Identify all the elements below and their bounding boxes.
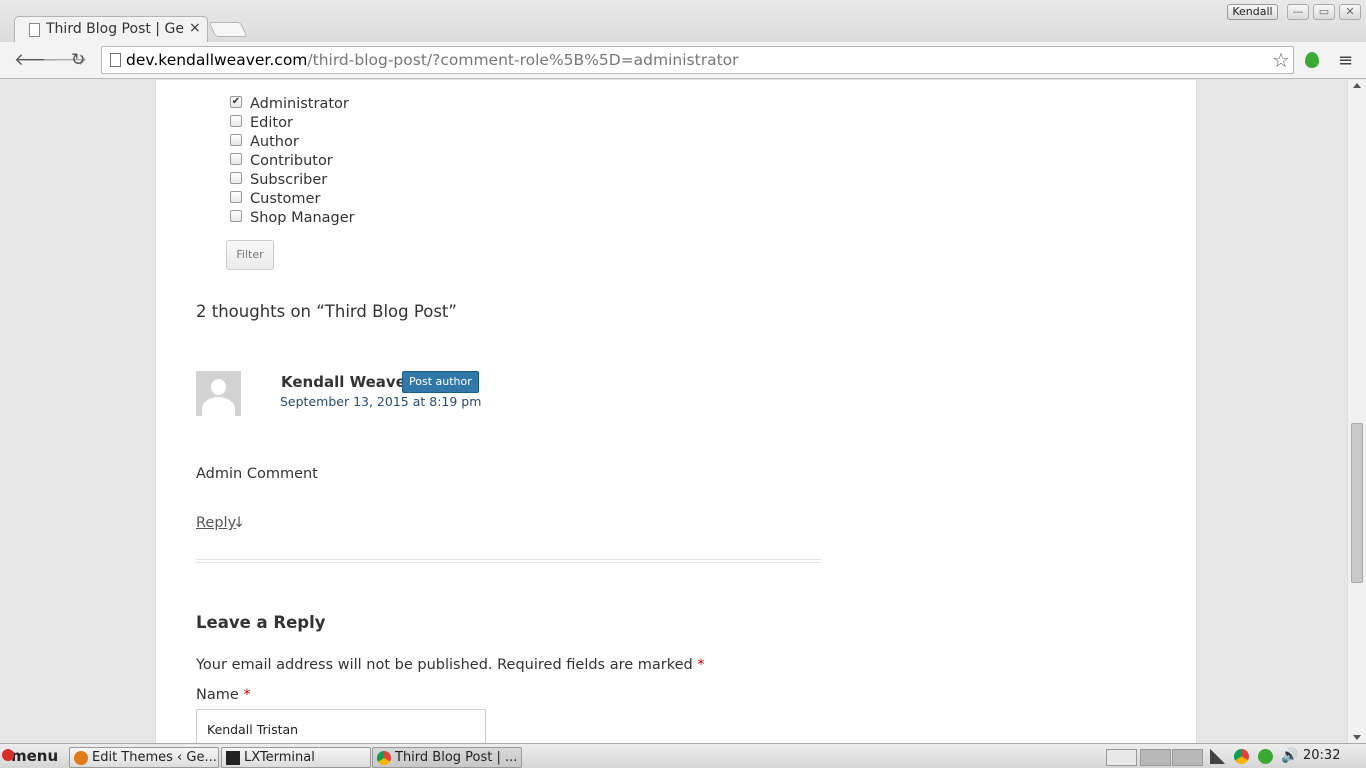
- comments-heading: 2 thoughts on “Third Blog Post”: [196, 302, 457, 321]
- comment-divider: [196, 559, 821, 563]
- browser-menu-icon[interactable]: ≡: [1338, 50, 1353, 71]
- maximize-button[interactable]: ▭: [1313, 4, 1335, 20]
- scroll-down-icon[interactable]: [1353, 735, 1361, 740]
- comment-body: Admin Comment: [196, 466, 318, 482]
- clock[interactable]: 20:32: [1303, 748, 1340, 763]
- scrollbar-thumb[interactable]: [1351, 423, 1363, 583]
- new-tab-button[interactable]: [208, 22, 248, 37]
- browser-toolbar: 🡐 🡒 ↻ dev.kendallweaver.com/third-blog-p…: [0, 42, 1366, 79]
- page-icon: [110, 53, 121, 67]
- address-bar[interactable]: dev.kendallweaver.com/third-blog-post/?c…: [101, 46, 1294, 74]
- name-label: Name *: [196, 687, 251, 703]
- task-label: Edit Themes ‹ Ge...: [92, 750, 217, 765]
- leave-reply-heading: Leave a Reply: [196, 613, 326, 632]
- tab-title: Third Blog Post | Ge: [46, 21, 184, 37]
- role-option-author[interactable]: Author: [230, 132, 355, 151]
- role-label: Shop Manager: [250, 209, 355, 226]
- role-filter-list: ✔ Administrator Editor Author Contributo…: [230, 94, 355, 227]
- url-host: dev.kendallweaver.com: [126, 51, 308, 69]
- role-checkbox[interactable]: [230, 152, 242, 165]
- required-mark: *: [243, 687, 251, 703]
- chrome-icon: [377, 751, 391, 765]
- avatar: [196, 371, 241, 416]
- scroll-up-icon[interactable]: [1353, 83, 1361, 88]
- browser-tab[interactable]: Third Blog Post | Ge ×: [14, 16, 208, 43]
- role-label: Administrator: [250, 95, 349, 112]
- url-path: /third-blog-post/?comment-role%5B%5D=adm…: [307, 51, 739, 69]
- comment-notes: Your email address will not be published…: [196, 657, 705, 673]
- role-checkbox[interactable]: [230, 171, 242, 184]
- task-lxterminal[interactable]: LXTerminal: [221, 747, 371, 768]
- page-content: ✔ Administrator Editor Author Contributo…: [155, 80, 1197, 743]
- role-checkbox[interactable]: [230, 190, 242, 203]
- role-checkbox[interactable]: [230, 209, 242, 222]
- url-text[interactable]: dev.kendallweaver.com/third-blog-post/?c…: [126, 51, 739, 69]
- avatar-head: [211, 379, 226, 395]
- role-checkbox[interactable]: ✔: [230, 95, 242, 108]
- reload-icon[interactable]: ↻: [71, 50, 85, 70]
- role-option-customer[interactable]: Customer: [230, 189, 355, 208]
- browser-titlebar: Third Blog Post | Ge × Kendall — ▭ ✕: [0, 0, 1366, 43]
- comment-notes-text: Your email address will not be published…: [196, 657, 693, 673]
- post-author-badge: Post author: [402, 371, 479, 393]
- role-label: Customer: [250, 190, 321, 207]
- workspace-2[interactable]: [1140, 749, 1171, 766]
- extension-icon[interactable]: [1305, 52, 1319, 68]
- minimize-button[interactable]: —: [1287, 4, 1309, 20]
- role-checkbox[interactable]: [230, 114, 242, 127]
- bookmark-star-icon[interactable]: ☆: [1272, 48, 1290, 72]
- distro-logo-icon: [2, 749, 14, 761]
- task-label: Third Blog Post | ...: [395, 750, 518, 765]
- role-option-contributor[interactable]: Contributor: [230, 151, 355, 170]
- role-label: Editor: [250, 114, 293, 131]
- role-checkbox[interactable]: [230, 133, 242, 146]
- firefox-icon: [74, 751, 88, 765]
- start-menu-button[interactable]: menu: [0, 744, 62, 768]
- page-viewport: ✔ Administrator Editor Author Contributo…: [0, 80, 1366, 743]
- close-window-button[interactable]: ✕: [1339, 4, 1361, 20]
- role-option-editor[interactable]: Editor: [230, 113, 355, 132]
- taskbar: menu Edit Themes ‹ Ge... LXTerminal Thir…: [0, 743, 1366, 768]
- avatar-body: [202, 397, 235, 416]
- required-mark: *: [697, 657, 705, 673]
- role-option-shop-manager[interactable]: Shop Manager: [230, 208, 355, 227]
- terminal-icon: [226, 751, 240, 765]
- workspace-3[interactable]: [1172, 749, 1203, 766]
- name-label-text: Name: [196, 687, 239, 703]
- task-edit-themes[interactable]: Edit Themes ‹ Ge...: [69, 747, 219, 768]
- comment-author[interactable]: Kendall Weaver: [281, 373, 413, 391]
- task-label: LXTerminal: [244, 750, 315, 765]
- reply-link[interactable]: Reply: [196, 515, 236, 531]
- tab-close-icon[interactable]: ×: [189, 20, 201, 36]
- page-icon: [29, 23, 40, 37]
- role-option-administrator[interactable]: ✔ Administrator: [230, 94, 355, 113]
- filter-button[interactable]: Filter: [226, 240, 274, 270]
- role-label: Contributor: [250, 152, 333, 169]
- role-option-subscriber[interactable]: Subscriber: [230, 170, 355, 189]
- role-label: Subscriber: [250, 171, 328, 188]
- page-scrollbar[interactable]: [1347, 80, 1366, 743]
- comment-date-link[interactable]: September 13, 2015 at 8:19 pm: [280, 394, 481, 409]
- evernote-tray-icon[interactable]: [1258, 749, 1273, 764]
- network-signal-icon[interactable]: [1210, 749, 1225, 764]
- volume-icon[interactable]: 🔊: [1281, 749, 1298, 764]
- name-input[interactable]: [196, 709, 486, 743]
- workspace-1[interactable]: [1106, 749, 1137, 766]
- start-menu-label: menu: [11, 747, 59, 765]
- reply-arrow-icon: ↓: [233, 515, 246, 531]
- task-third-blog-post[interactable]: Third Blog Post | ...: [372, 747, 522, 768]
- role-label: Author: [250, 133, 299, 150]
- profile-button[interactable]: Kendall: [1227, 4, 1278, 20]
- chrome-tray-icon[interactable]: [1234, 749, 1249, 764]
